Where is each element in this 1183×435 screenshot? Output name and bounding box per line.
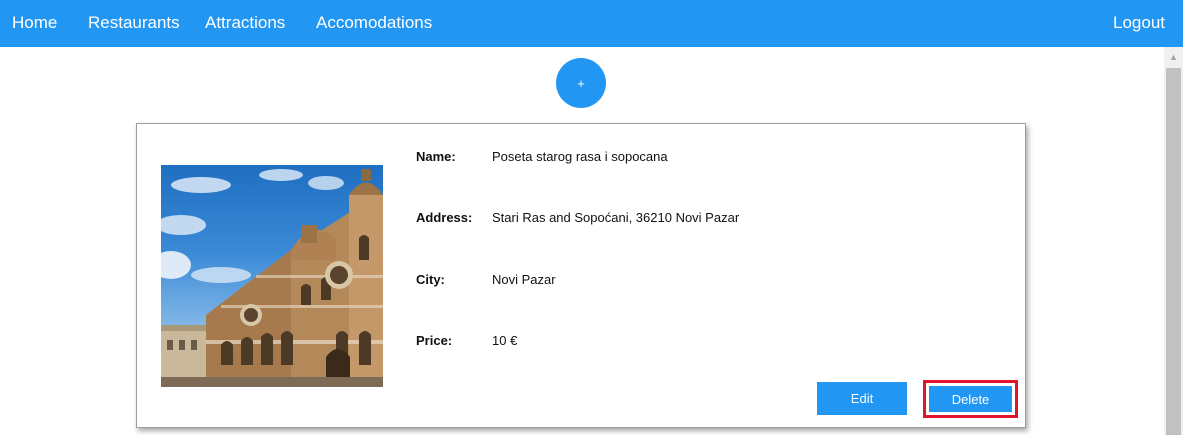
attraction-card: Name: Poseta starog rasa i sopocana Addr… bbox=[136, 123, 1026, 428]
address-label: Address: bbox=[416, 210, 473, 225]
delete-button-highlight: Delete bbox=[923, 380, 1018, 418]
top-navbar: Home Restaurants Attractions Accomodatio… bbox=[0, 0, 1183, 47]
attraction-photo bbox=[161, 165, 383, 387]
nav-restaurants-link[interactable]: Restaurants bbox=[88, 13, 180, 33]
name-value: Poseta starog rasa i sopocana bbox=[492, 149, 668, 164]
vertical-scrollbar[interactable]: ▲ bbox=[1164, 47, 1183, 435]
city-value: Novi Pazar bbox=[492, 272, 556, 287]
edit-button[interactable]: Edit bbox=[817, 382, 907, 415]
nav-logout-link[interactable]: Logout bbox=[1113, 13, 1165, 33]
city-label: City: bbox=[416, 272, 445, 287]
add-attraction-button[interactable]: + bbox=[556, 58, 606, 108]
scroll-up-arrow-icon[interactable]: ▲ bbox=[1164, 47, 1183, 66]
name-label: Name: bbox=[416, 149, 456, 164]
address-value: Stari Ras and Sopoćani, 36210 Novi Pazar bbox=[492, 210, 740, 225]
nav-home-link[interactable]: Home bbox=[12, 13, 57, 33]
nav-accomodations-link[interactable]: Accomodations bbox=[316, 13, 432, 33]
synagogue-building-photo-icon bbox=[161, 169, 383, 387]
nav-attractions-link[interactable]: Attractions bbox=[205, 13, 285, 33]
price-label: Price: bbox=[416, 333, 453, 348]
scrollbar-thumb[interactable] bbox=[1166, 68, 1181, 435]
price-value: 10 € bbox=[492, 333, 518, 348]
delete-button[interactable]: Delete bbox=[929, 386, 1012, 412]
